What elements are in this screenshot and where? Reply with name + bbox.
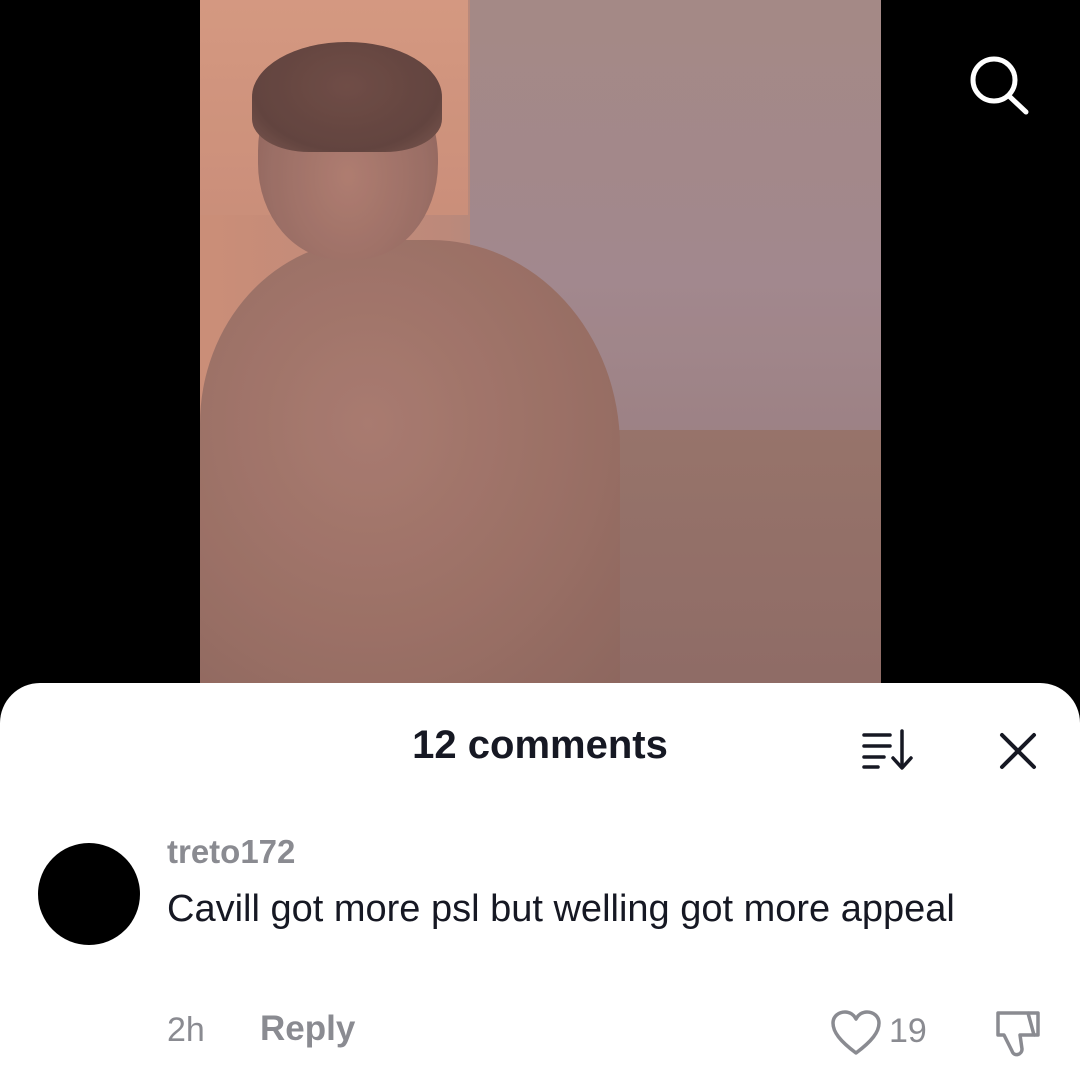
thumbs-down-icon (996, 1011, 1040, 1057)
avatar[interactable] (38, 843, 140, 945)
like-button[interactable] (830, 1009, 882, 1057)
heart-icon (831, 1010, 881, 1055)
search-button[interactable] (966, 52, 1032, 118)
video-haze-overlay (200, 0, 881, 700)
dislike-button[interactable] (990, 1005, 1046, 1061)
comment-username[interactable]: treto172 (167, 833, 295, 871)
comment-timestamp: 2h (167, 1011, 205, 1049)
app-screen: 12 comments treto172 Cavill got more psl… (0, 0, 1080, 1082)
close-comments-button[interactable] (994, 727, 1042, 775)
comment-text: Cavill got more psl but welling got more… (167, 888, 955, 930)
sort-comments-button[interactable] (860, 727, 916, 773)
video-player[interactable] (200, 0, 881, 700)
like-count: 19 (889, 1012, 927, 1050)
reply-button[interactable]: Reply (260, 1009, 355, 1049)
sort-icon (862, 729, 913, 770)
comments-count-title: 12 comments (412, 723, 668, 767)
close-icon (1000, 733, 1036, 769)
comments-sheet: 12 comments treto172 Cavill got more psl… (0, 683, 1080, 1082)
search-icon (970, 56, 1029, 115)
